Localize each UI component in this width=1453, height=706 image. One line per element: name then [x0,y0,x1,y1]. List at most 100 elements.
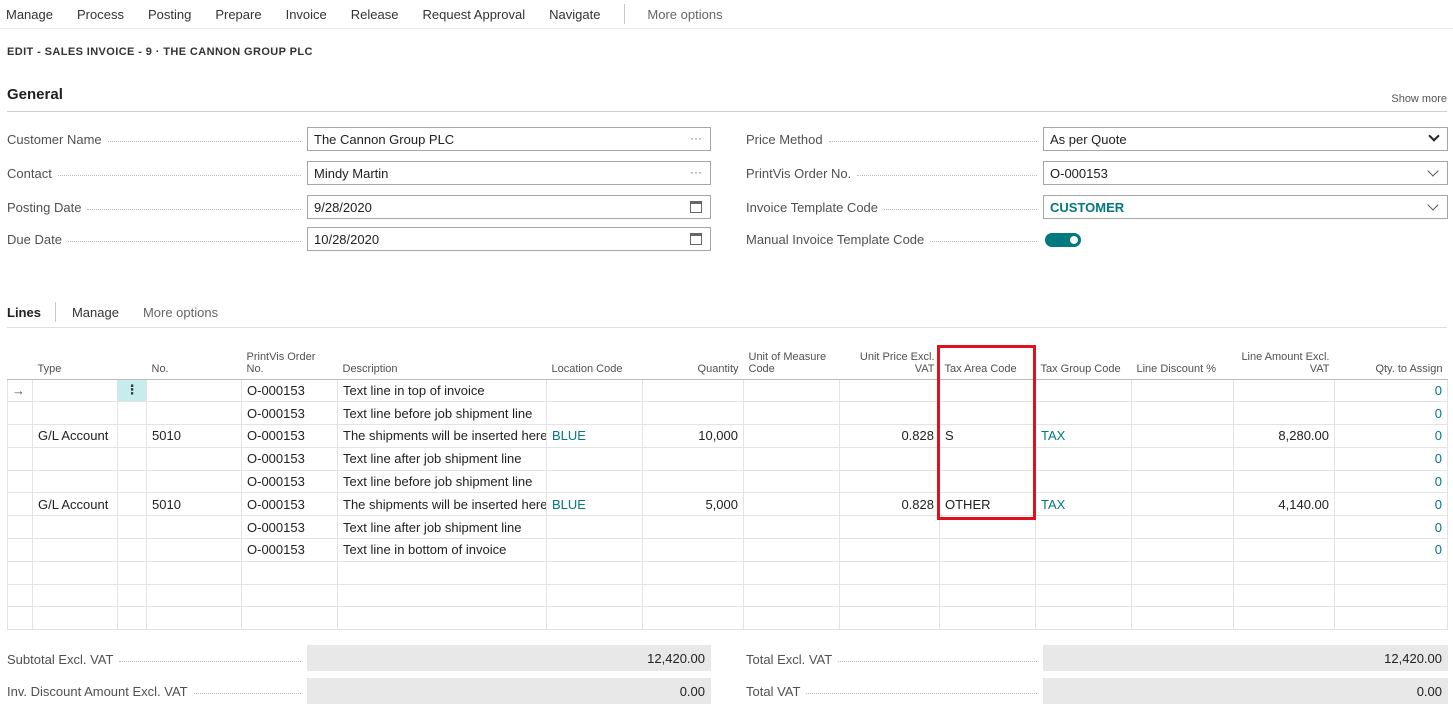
col-qty-to-assign[interactable]: Qty. to Assign [1334,342,1448,380]
cell-discount[interactable] [1131,492,1234,517]
cell-discount[interactable] [1131,446,1234,471]
cell-no[interactable] [146,469,242,494]
cell-quantity[interactable] [642,446,744,471]
calendar-icon[interactable] [690,201,702,213]
invoice-template-input[interactable]: CUSTOMER [1043,195,1448,219]
table-row[interactable]: G/L Account 5010 O-000153 The shipments … [7,424,1448,448]
cell-discount[interactable] [1131,515,1234,540]
cell-qty-assign[interactable]: 0 [1334,446,1448,471]
cell-type[interactable]: G/L Account [32,492,118,517]
cell-location[interactable] [546,401,643,426]
cell-order[interactable]: O-000153 [241,378,338,403]
cell-description[interactable]: Text line in bottom of invoice [337,538,547,562]
col-uom[interactable]: Unit of Measure Code [743,342,840,380]
cell-unit-price[interactable] [839,538,940,562]
cell-uom[interactable] [743,538,840,562]
cell-order[interactable]: O-000153 [241,424,338,448]
col-line-discount[interactable]: Line Discount % [1131,342,1234,380]
cell-amount[interactable]: 4,140.00 [1233,492,1335,517]
due-date-input[interactable]: 10/28/2020 [307,227,711,251]
col-type[interactable]: Type [32,342,118,380]
cell-amount[interactable] [1233,446,1335,471]
cell-discount[interactable] [1131,469,1234,494]
cell-description[interactable]: The shipments will be inserted here [337,424,547,448]
cell-tax-area[interactable]: OTHER [939,492,1036,517]
lines-title[interactable]: Lines [7,305,41,320]
cell-order[interactable]: O-000153 [241,515,338,540]
cell-unit-price[interactable]: 0.828 [839,424,940,448]
posting-date-input[interactable]: 9/28/2020 [307,195,711,219]
cell-quantity[interactable] [642,401,744,426]
chevron-down-icon[interactable] [1427,165,1439,177]
cell-tax-group[interactable] [1035,401,1132,426]
cell-tax-area[interactable] [939,538,1036,562]
cell-order[interactable]: O-000153 [241,401,338,426]
manual-invoice-template-toggle[interactable] [1045,233,1081,247]
cell-no[interactable] [146,538,242,562]
cell-amount[interactable] [1233,538,1335,562]
general-section-title[interactable]: General [7,86,63,103]
col-unit-price[interactable]: Unit Price Excl. VAT [839,342,940,380]
cell-discount[interactable] [1131,378,1234,403]
cell-amount[interactable] [1233,401,1335,426]
cell-type[interactable] [32,378,118,403]
cell-tax-group[interactable] [1035,378,1132,403]
action-invoice[interactable]: Invoice [286,7,327,22]
cell-amount[interactable]: 8,280.00 [1233,424,1335,448]
cell-description[interactable]: Text line before job shipment line [337,401,547,426]
col-printvis-order[interactable]: PrintVis Order No. [241,342,338,380]
cell-description[interactable]: Text line after job shipment line [337,446,547,471]
cell-uom[interactable] [743,446,840,471]
cell-qty-assign[interactable]: 0 [1334,538,1448,562]
col-quantity[interactable]: Quantity [642,342,744,380]
cell-uom[interactable] [743,401,840,426]
action-request-approval[interactable]: Request Approval [422,7,525,22]
cell-no[interactable] [146,515,242,540]
cell-qty-assign[interactable]: 0 [1334,424,1448,448]
cell-location[interactable]: BLUE [546,424,643,448]
cell-tax-group[interactable]: TAX [1035,492,1132,517]
table-row[interactable]: O-000153 Text line before job shipment l… [7,469,1448,494]
cell-amount[interactable] [1233,515,1335,540]
lines-more-options[interactable]: More options [143,305,218,320]
empty-row[interactable] [7,560,1448,585]
cell-location[interactable] [546,378,643,403]
cell-tax-area[interactable] [939,469,1036,494]
cell-discount[interactable] [1131,538,1234,562]
contact-input[interactable]: Mindy Martin ··· [307,161,711,185]
cell-location[interactable]: BLUE [546,492,643,517]
cell-quantity[interactable] [642,469,744,494]
calendar-icon[interactable] [690,233,702,245]
col-no[interactable]: No. [146,342,242,380]
cell-quantity[interactable]: 10,000 [642,424,744,448]
cell-tax-area[interactable] [939,401,1036,426]
cell-tax-group[interactable] [1035,538,1132,562]
col-tax-area-code[interactable]: Tax Area Code [939,342,1036,380]
cell-quantity[interactable] [642,515,744,540]
cell-location[interactable] [546,515,643,540]
action-manage[interactable]: Manage [6,7,53,22]
cell-order[interactable]: O-000153 [241,492,338,517]
cell-uom[interactable] [743,469,840,494]
cell-unit-price[interactable]: 0.828 [839,492,940,517]
cell-tax-group[interactable]: TAX [1035,424,1132,448]
lines-manage-action[interactable]: Manage [72,305,119,320]
cell-location[interactable] [546,446,643,471]
cell-no[interactable] [146,446,242,471]
row-menu-icon[interactable]: ⋮ [117,378,147,403]
cell-order[interactable]: O-000153 [241,538,338,562]
cell-type[interactable] [32,469,118,494]
table-row[interactable]: O-000153 Text line after job shipment li… [7,446,1448,471]
cell-location[interactable] [546,538,643,562]
col-line-amount[interactable]: Line Amount Excl. VAT [1233,342,1335,380]
cell-unit-price[interactable] [839,378,940,403]
action-posting[interactable]: Posting [148,7,191,22]
cell-unit-price[interactable] [839,469,940,494]
cell-type[interactable] [32,515,118,540]
cell-tax-area[interactable]: S [939,424,1036,448]
col-location-code[interactable]: Location Code [546,342,643,380]
customer-name-input[interactable]: The Cannon Group PLC ··· [307,127,711,151]
table-row[interactable]: G/L Account 5010 O-000153 The shipments … [7,492,1448,517]
cell-tax-group[interactable] [1035,469,1132,494]
cell-type[interactable] [32,538,118,562]
